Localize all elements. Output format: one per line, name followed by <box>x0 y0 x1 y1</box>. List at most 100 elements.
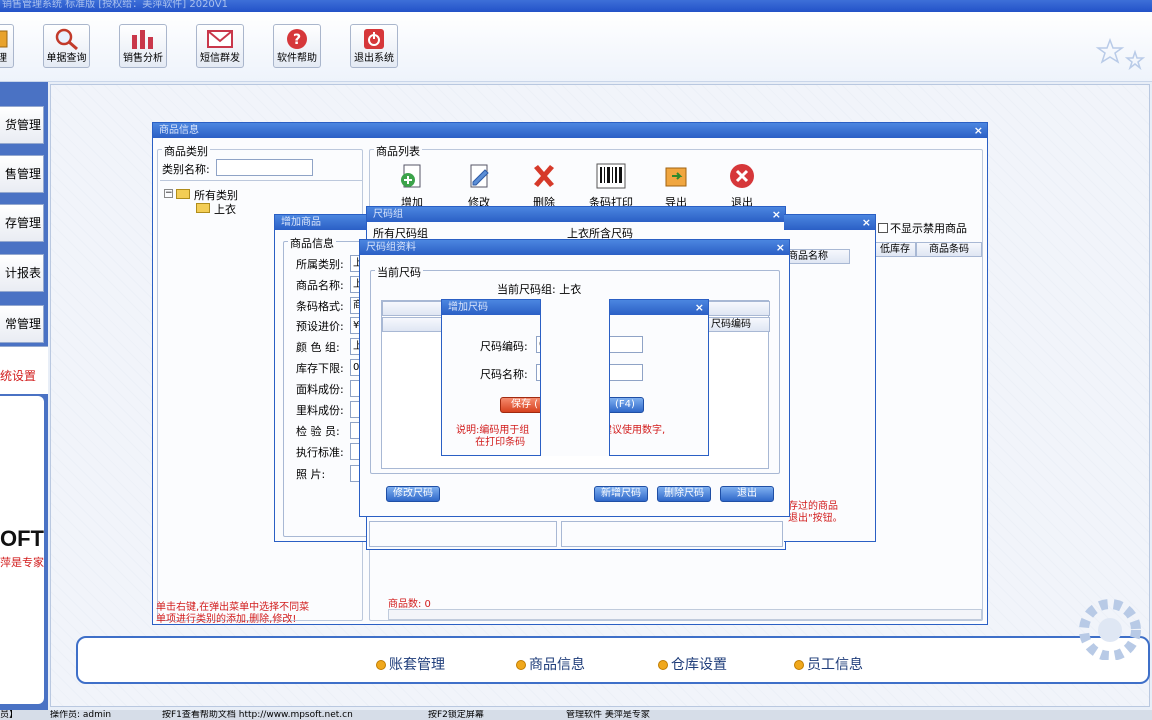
column-header[interactable]: 商品条码 <box>916 242 982 257</box>
size-note-right: 建议使用数字, 。 <box>602 425 666 448</box>
size-data-titlebar: 尺码组资料 × <box>360 240 789 255</box>
add-size-dialog: 增加尺码 × 尺码编码: 0 尺码名称: L 保存 ( (F4) 说明:编码用于… <box>441 299 709 456</box>
category-hint: 单击右键,在弹出菜单中选择不同菜 单项进行类别的添加,删除,修改! <box>156 602 310 625</box>
logo-text: OFT <box>0 526 44 551</box>
exit-button[interactable]: 退出 <box>722 162 762 210</box>
logo-slogan: 萍是专家 <box>0 556 44 569</box>
add-icon <box>401 164 421 188</box>
toolbar-button-sms[interactable]: 短信群发 <box>196 24 244 68</box>
link-goods-info[interactable]: 商品信息 <box>516 654 585 674</box>
barcode-print-button[interactable]: 条码打印 <box>586 162 636 210</box>
add-button[interactable]: 增加 <box>392 162 432 210</box>
delete-size-button[interactable]: 删除尺码 <box>657 486 711 502</box>
sidebar-item-purchase[interactable]: 货管理 <box>0 106 44 144</box>
star-decoration-icon <box>1095 37 1146 71</box>
delete-icon <box>534 165 554 187</box>
sidebar-settings-label: 统设置 <box>0 369 37 383</box>
power-icon <box>364 29 384 49</box>
export-button[interactable]: 导出 <box>656 162 696 210</box>
status-bar: 员】 操作员: admin 按F1查看帮助文档 http://www.mpsof… <box>0 710 1152 720</box>
link-staff-info[interactable]: 员工信息 <box>794 654 863 674</box>
goods-window-titlebar: 商品信息 × <box>153 123 987 138</box>
hide-disabled-checkbox[interactable] <box>878 223 888 233</box>
new-size-button[interactable]: 新增尺码 <box>594 486 648 502</box>
sidebar-logo-panel: OFT 萍是专家 <box>0 396 44 704</box>
app-title-bar: 销售管理系统 标准版 [授权给：美萍软件] 2020V1 <box>0 0 1152 12</box>
edit-button[interactable]: 修改 <box>459 162 499 210</box>
quick-links-bar: 账套管理 商品信息 仓库设置 员工信息 <box>76 636 1150 684</box>
gear-icon <box>1079 599 1141 660</box>
close-icon[interactable]: × <box>974 123 983 138</box>
app-title: 销售管理系统 标准版 [授权给：美萍软件] 2020V1 <box>2 0 228 10</box>
close-icon[interactable]: × <box>776 240 785 255</box>
status-lock: 按F2锁定屏幕 <box>428 710 484 720</box>
toolbar-button-help[interactable]: ? 软件帮助 <box>273 24 321 68</box>
export-icon <box>665 167 687 187</box>
size-code-label: 尺码编码: <box>480 340 528 353</box>
add-goods-field-label: 面料成份: <box>296 383 344 396</box>
add-goods-field-label: 里料成份: <box>296 404 344 417</box>
bullet-icon <box>794 660 804 670</box>
size-note-left: 说明:编码用于组 在打印条码 <box>456 425 530 448</box>
size-name-label: 尺码名称: <box>480 368 528 381</box>
edit-size-button[interactable]: 修改尺码 <box>386 486 440 502</box>
close-icon[interactable]: × <box>695 300 704 315</box>
tree-child[interactable]: 上衣 <box>214 201 236 217</box>
repaint-gap <box>540 299 610 456</box>
add-goods-field-label: 预设进价: <box>296 320 344 333</box>
shirt-size-list[interactable] <box>561 521 783 547</box>
current-size-group-label: 当前尺码组: 上衣 <box>497 283 582 296</box>
sidebar-settings[interactable]: 统设置 <box>0 346 48 394</box>
size-window-note: 存过的商品 退出"按钮。 <box>788 501 843 524</box>
status-item: 员】 <box>0 710 19 720</box>
hide-disabled-label: 不显示禁用商品 <box>890 222 967 235</box>
close-icon[interactable]: × <box>862 215 871 230</box>
add-goods-field-label: 颜 色 组: <box>296 341 340 354</box>
sidebar-item-reports[interactable]: 计报表 <box>0 254 44 292</box>
tree-expand-icon[interactable]: − <box>164 189 173 198</box>
toolbar-button-exit-system[interactable]: 退出系统 <box>350 24 398 68</box>
bar-chart-icon <box>132 30 153 49</box>
folder-icon <box>196 203 210 213</box>
add-goods-field-label: 商品名称: <box>296 279 344 292</box>
column-header[interactable]: 商品名称 <box>784 249 850 264</box>
size-group-titlebar: 尺码组 × <box>367 207 785 222</box>
mail-icon <box>207 30 233 48</box>
toolbar-button-sales-analysis[interactable]: 销售分析 <box>119 24 167 68</box>
delete-button[interactable]: 删除 <box>524 162 564 210</box>
bullet-icon <box>376 660 386 670</box>
barcode-icon <box>596 163 626 189</box>
exit-icon <box>730 164 754 188</box>
size-group-window-right: × 商品名称 存过的商品 退出"按钮。 <box>784 214 876 542</box>
add-goods-field-label: 执行标准: <box>296 446 344 459</box>
goods-count: 商品数: 0 <box>388 599 431 610</box>
link-warehouse-settings[interactable]: 仓库设置 <box>658 654 727 674</box>
status-operator: 操作员: admin <box>50 710 112 720</box>
size-group-list[interactable] <box>369 521 557 547</box>
add-goods-field-label: 所属类别: <box>296 258 344 271</box>
manage-icon <box>0 30 8 48</box>
exit-size-button[interactable]: 退出 <box>720 486 774 502</box>
sidebar-item-daily[interactable]: 常管理 <box>0 305 44 343</box>
svg-text:?: ? <box>293 32 301 48</box>
status-help: 按F1查看帮助文档 http://www.mpsoft.net.cn <box>162 710 353 720</box>
bullet-icon <box>658 660 668 670</box>
add-goods-field-label: 照 片: <box>296 468 326 481</box>
toolbar-button-query[interactable]: 单据查询 <box>43 24 90 68</box>
close-icon[interactable]: × <box>772 207 781 222</box>
link-account-sets[interactable]: 账套管理 <box>376 654 445 674</box>
search-icon <box>55 28 78 51</box>
status-slogan: 管理软件 美萍是专家 <box>566 710 650 720</box>
edit-icon <box>470 164 489 188</box>
sidebar-item-sales[interactable]: 售管理 <box>0 155 44 193</box>
main-toolbar: 理 单据查询 销售分析 短信群发 ? 软件帮助 退出系统 <box>0 12 1152 82</box>
sidebar-item-stock[interactable]: 存管理 <box>0 204 44 242</box>
column-header[interactable]: 低库存 <box>874 242 916 257</box>
add-goods-field-label: 条码格式: <box>296 300 344 313</box>
add-goods-field-label: 库存下限: <box>296 362 344 375</box>
add-goods-titlebar: 增加商品 <box>275 215 375 230</box>
add-goods-field-label: 检 验 员: <box>296 425 340 438</box>
toolbar-button-manage[interactable]: 理 <box>0 24 14 68</box>
category-name-input[interactable] <box>216 159 313 176</box>
horizontal-scrollbar[interactable] <box>388 609 982 620</box>
